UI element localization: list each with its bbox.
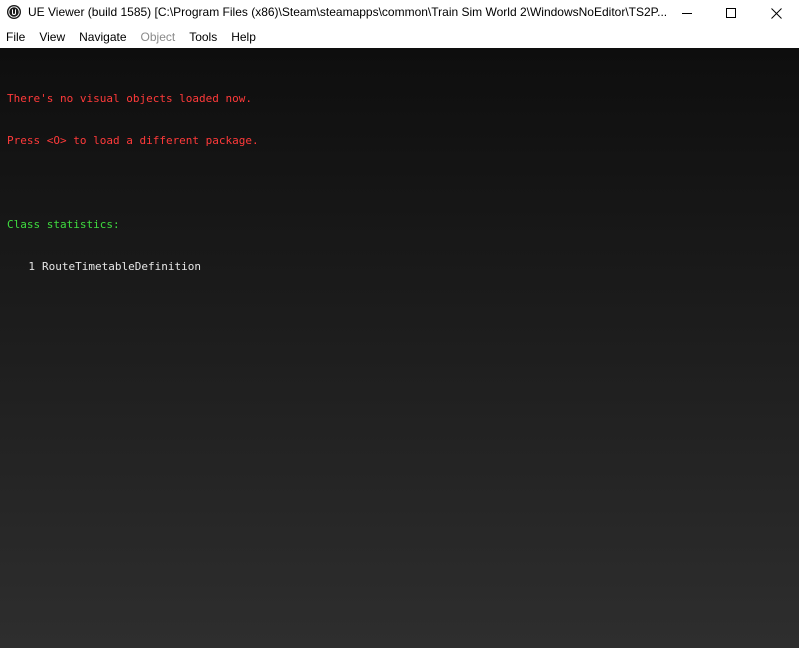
- minimize-button[interactable]: [664, 0, 710, 26]
- menu-file[interactable]: File: [0, 27, 32, 48]
- menu-tools[interactable]: Tools: [182, 27, 224, 48]
- menu-view[interactable]: View: [32, 27, 72, 48]
- menu-object[interactable]: Object: [134, 27, 183, 48]
- unreal-logo-icon[interactable]: [7, 5, 21, 19]
- maximize-button[interactable]: [708, 0, 754, 26]
- menu-help[interactable]: Help: [224, 27, 263, 48]
- title-bar[interactable]: UE Viewer (build 1585) [C:\Program Files…: [0, 0, 799, 26]
- load-package-hint: Press <O> to load a different package.: [7, 134, 259, 147]
- app-window: UE Viewer (build 1585) [C:\Program Files…: [0, 0, 799, 648]
- menu-bar: File View Navigate Object Tools Help: [0, 27, 799, 48]
- window-title: UE Viewer (build 1585) [C:\Program Files…: [28, 5, 668, 19]
- minimize-icon: [682, 13, 692, 14]
- close-button[interactable]: [753, 0, 799, 26]
- class-count: 1: [28, 260, 35, 273]
- class-statistics-header: Class statistics:: [7, 218, 120, 231]
- close-icon: [770, 7, 782, 19]
- console-output: There's no visual objects loaded now. Pr…: [7, 64, 259, 302]
- class-stat-row: 1 RouteTimetableDefinition: [7, 260, 259, 274]
- viewer-viewport[interactable]: There's no visual objects loaded now. Pr…: [0, 48, 799, 648]
- class-name: RouteTimetableDefinition: [42, 260, 201, 273]
- menu-navigate[interactable]: Navigate: [72, 27, 133, 48]
- no-objects-message: There's no visual objects loaded now.: [7, 92, 253, 105]
- maximize-icon: [726, 8, 736, 18]
